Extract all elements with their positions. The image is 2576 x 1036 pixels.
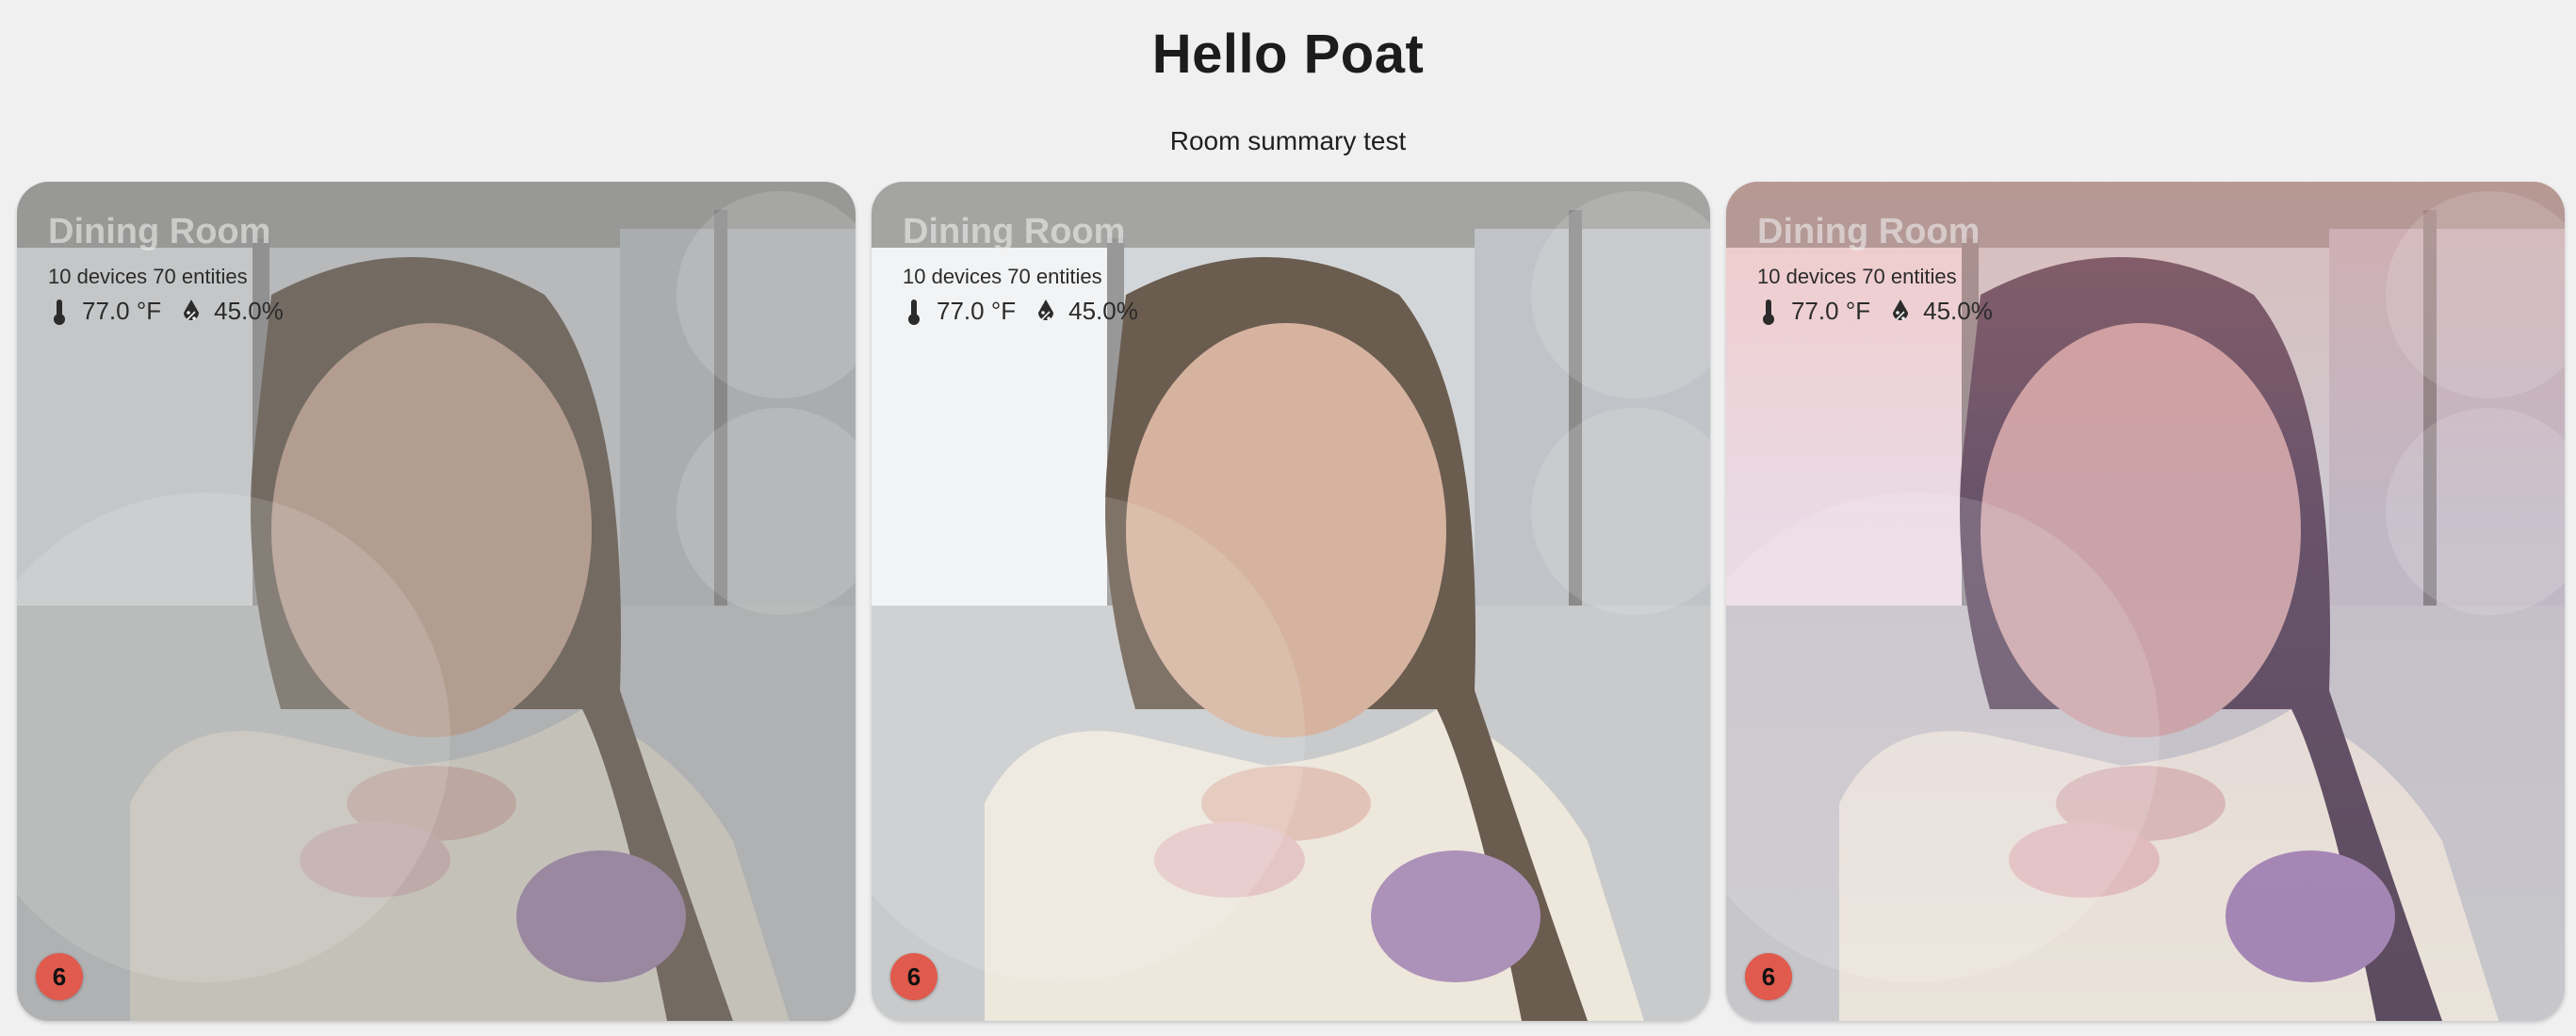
thermometer-icon xyxy=(48,298,71,326)
count-badge[interactable]: 6 xyxy=(36,953,83,1000)
room-card[interactable]: Dining Room 10 devices 70 entities 77.0 … xyxy=(872,182,1710,1021)
count-badge[interactable]: 6 xyxy=(890,953,937,1000)
room-card[interactable]: Dining Room 10 devices 70 entities 77.0 … xyxy=(1726,182,2565,1021)
thermometer-icon xyxy=(903,298,925,326)
room-name: Dining Room xyxy=(903,212,1126,251)
count-badge[interactable]: 6 xyxy=(1745,953,1792,1000)
thermometer-icon xyxy=(1757,298,1780,326)
room-name: Dining Room xyxy=(1757,212,1981,251)
humidity-value: 45.0% xyxy=(1068,297,1138,325)
room-counts: 10 devices 70 entities xyxy=(48,265,248,288)
room-counts: 10 devices 70 entities xyxy=(1757,265,1957,288)
humidity-value: 45.0% xyxy=(1923,297,1993,325)
water-percent-icon xyxy=(1035,298,1057,326)
water-percent-icon xyxy=(180,298,203,326)
temperature-value: 77.0 °F xyxy=(1791,297,1871,325)
water-percent-icon xyxy=(1889,298,1912,326)
humidity-value: 45.0% xyxy=(214,297,284,325)
page-subtitle: Room summary test xyxy=(1169,126,1407,155)
temperature-value: 77.0 °F xyxy=(937,297,1017,325)
room-card[interactable]: Dining Room 10 devices 70 entities 77.0 … xyxy=(17,182,856,1021)
room-stats: 77.0 °F 45.0% xyxy=(903,297,1157,326)
room-stats: 77.0 °F 45.0% xyxy=(1757,297,2012,326)
temperature-value: 77.0 °F xyxy=(82,297,162,325)
room-counts: 10 devices 70 entities xyxy=(903,265,1102,288)
room-cards: Dining Room 10 devices 70 entities 77.0 … xyxy=(17,182,2565,1021)
room-stats: 77.0 °F 45.0% xyxy=(48,297,302,326)
page-title: Hello Poat xyxy=(1151,24,1425,85)
room-name: Dining Room xyxy=(48,212,271,251)
